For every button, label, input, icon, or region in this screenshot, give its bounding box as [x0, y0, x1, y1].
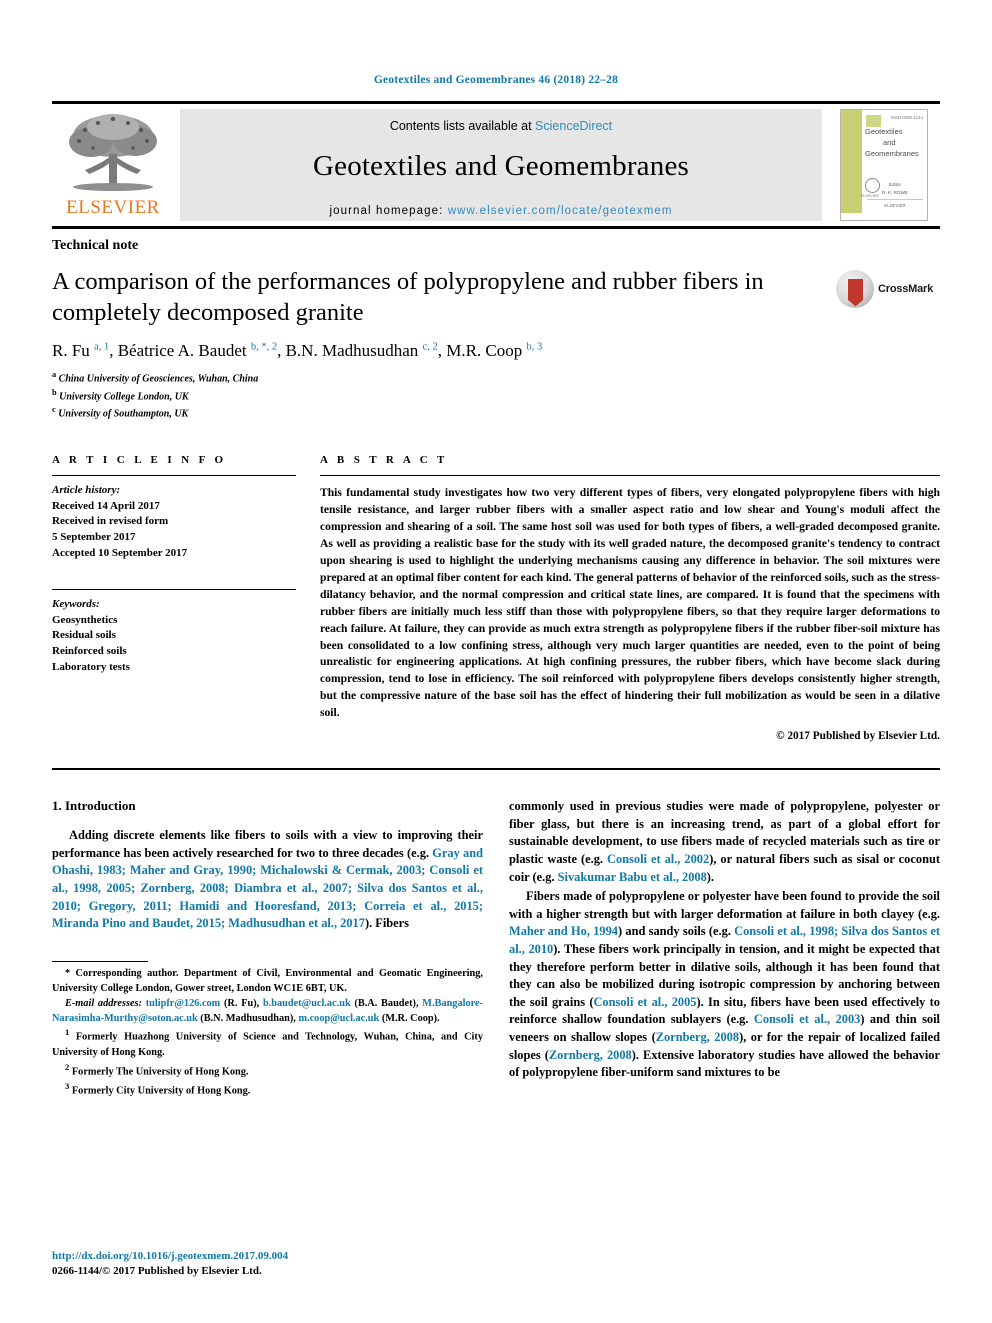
intro-paragraph-right-1: commonly used in previous studies were m… — [509, 799, 940, 884]
history-item: Accepted 10 September 2017 — [52, 546, 188, 559]
running-head: Geotextiles and Geomembranes 46 (2018) 2… — [373, 74, 619, 86]
keyword-item: Reinforced soils — [52, 645, 127, 658]
footnote-note: 2 Formerly The University of Hong Kong. — [52, 1061, 483, 1080]
title-row: A comparison of the performances of poly… — [52, 266, 940, 329]
abstract-bottom-rule — [52, 768, 940, 771]
cover-image: ISSN 0266-1144 Geotextiles and Geomembra… — [840, 109, 928, 221]
contents-prefix: Contents lists available at — [389, 119, 536, 133]
author-list: R. Fu a, 1, Béatrice A. Baudet b, *, 2, … — [52, 340, 543, 360]
footnote-corresponding-author: * Corresponding author. Department of Ci… — [52, 967, 483, 994]
body-columns: 1. Introduction Adding discrete elements… — [52, 798, 940, 1099]
article-info-rule — [52, 475, 296, 477]
history-item: Received in revised form — [52, 515, 169, 528]
footnote-emails: E-mail addresses: tulipfr@126.com (R. Fu… — [52, 997, 484, 1024]
doi-link[interactable]: http://dx.doi.org/10.1016/j.geotexmem.20… — [52, 1249, 288, 1265]
info-abstract-row: A R T I C L E I N F O Article history: R… — [52, 454, 940, 742]
footnote-text: Formerly The University of Hong Kong. — [71, 1066, 249, 1078]
affiliation-mark: c — [52, 405, 56, 415]
keyword-item: Residual soils — [52, 629, 116, 642]
cover-bottom-band — [841, 213, 927, 220]
footnote-rule — [52, 960, 148, 962]
affiliation-item: b University College London, UK — [52, 387, 940, 405]
footnote-mark: 3 — [65, 1081, 70, 1092]
elsevier-tree-icon — [69, 114, 157, 191]
keyword-item: Geosynthetics — [52, 613, 118, 626]
keywords-rule — [52, 589, 296, 591]
abstract-text: This fundamental study investigates how … — [320, 486, 940, 720]
article-type: Technical note — [52, 238, 139, 253]
crossmark-icon — [836, 270, 874, 308]
abstract-rule — [320, 475, 940, 477]
sciencedirect-link[interactable]: ScienceDirect — [535, 119, 612, 133]
crossmark-book-shape — [847, 278, 863, 306]
cover-title-line2: and — [883, 137, 896, 147]
article-history-label: Article history: — [52, 484, 121, 497]
abstract-heading: A B S T R A C T — [320, 454, 448, 467]
affiliation-mark: a — [52, 369, 57, 379]
cover-title: Geotextiles and Geomembranes — [865, 127, 923, 160]
affiliation-list: a China University of Geosciences, Wuhan… — [52, 369, 940, 422]
elsevier-wordmark: ELSEVIER — [66, 197, 160, 218]
history-item: 5 September 2017 — [52, 531, 136, 544]
journal-cover-thumbnail: ISSN 0266-1144 Geotextiles and Geomembra… — [828, 104, 940, 226]
affiliation-mark: b — [52, 387, 57, 397]
keyword-item: Laboratory tests — [52, 660, 130, 673]
affiliation-item: a China University of Geosciences, Wuhan… — [52, 369, 940, 387]
footnote-text: Formerly Huazhong University of Science … — [52, 1031, 483, 1058]
crossmark-label: CrossMark — [878, 283, 934, 295]
history-item: Received 14 April 2017 — [52, 499, 160, 512]
journal-masthead: ELSEVIER Contents lists available at Sci… — [52, 101, 940, 229]
footnote-mark: 1 — [65, 1027, 70, 1038]
issn-copyright-line: 0266-1144/© 2017 Published by Elsevier L… — [52, 1265, 262, 1278]
cover-issn: ISSN 0266-1144 — [890, 115, 923, 120]
paper-page: Geotextiles and Geomembranes 46 (2018) 2… — [0, 0, 992, 1323]
journal-title: Geotextiles and Geomembranes — [312, 150, 690, 182]
abstract-column: A B S T R A C T This fundamental study i… — [320, 454, 940, 742]
page-footer: http://dx.doi.org/10.1016/j.geotexmem.20… — [52, 1249, 288, 1280]
affiliation-text: University College London, UK — [59, 390, 189, 402]
keywords-block: Keywords: Geosynthetics Residual soils R… — [52, 597, 296, 675]
affiliation-text: China University of Geosciences, Wuhan, … — [58, 373, 259, 385]
cover-editor-label: Editor — [888, 182, 901, 187]
cover-editor-name: R. K. ROWE — [882, 189, 908, 195]
masthead-center: Contents lists available at ScienceDirec… — [180, 109, 822, 221]
affiliation-item: c University of Southampton, UK — [52, 404, 940, 422]
contents-available-line: Contents lists available at ScienceDirec… — [390, 119, 612, 133]
cover-editor: Editor R. K. ROWE — [867, 181, 923, 197]
page-title: A comparison of the performances of poly… — [52, 268, 764, 327]
abstract-copyright: © 2017 Published by Elsevier Ltd. — [776, 730, 940, 743]
homepage-label: journal homepage: — [329, 205, 444, 217]
cover-title-line3: Geomembranes — [865, 148, 919, 158]
article-history-block: Article history: Received 14 April 2017 … — [52, 483, 296, 561]
footnote-note: 3 Formerly City University of Hong Kong. — [52, 1080, 483, 1099]
journal-homepage-line: journal homepage: www.elsevier.com/locat… — [329, 205, 672, 217]
elsevier-logo: ELSEVIER — [52, 104, 174, 226]
cover-title-line1: Geotextiles — [865, 127, 903, 136]
footnote-mark: 2 — [65, 1061, 70, 1072]
section-heading-introduction: 1. Introduction — [52, 798, 136, 814]
body-column-right: commonly used in previous studies were m… — [509, 798, 940, 1099]
intro-paragraph-right-2: Fibers made of polypropylene or polyeste… — [509, 889, 941, 1080]
article-info-column: A R T I C L E I N F O Article history: R… — [52, 454, 296, 742]
keywords-label: Keywords: — [52, 598, 100, 611]
footnote-block: * Corresponding author. Department of Ci… — [52, 960, 484, 1100]
cover-stripe — [841, 110, 862, 220]
crossmark-badge-group[interactable]: CrossMark — [836, 266, 940, 308]
intro-paragraph-left: Adding discrete elements like fibers to … — [52, 828, 484, 931]
cover-publisher-mark — [866, 115, 881, 127]
body-column-left: 1. Introduction Adding discrete elements… — [52, 798, 483, 1099]
footnote-note: 1 Formerly Huazhong University of Scienc… — [52, 1026, 483, 1060]
footnote-text: Formerly City University of Hong Kong. — [71, 1085, 251, 1097]
affiliation-text: University of Southampton, UK — [58, 408, 189, 420]
homepage-url[interactable]: www.elsevier.com/locate/geotexmem — [448, 205, 673, 217]
article-info-heading: A R T I C L E I N F O — [52, 454, 227, 467]
cover-footer: ELSEVIER — [867, 199, 923, 208]
